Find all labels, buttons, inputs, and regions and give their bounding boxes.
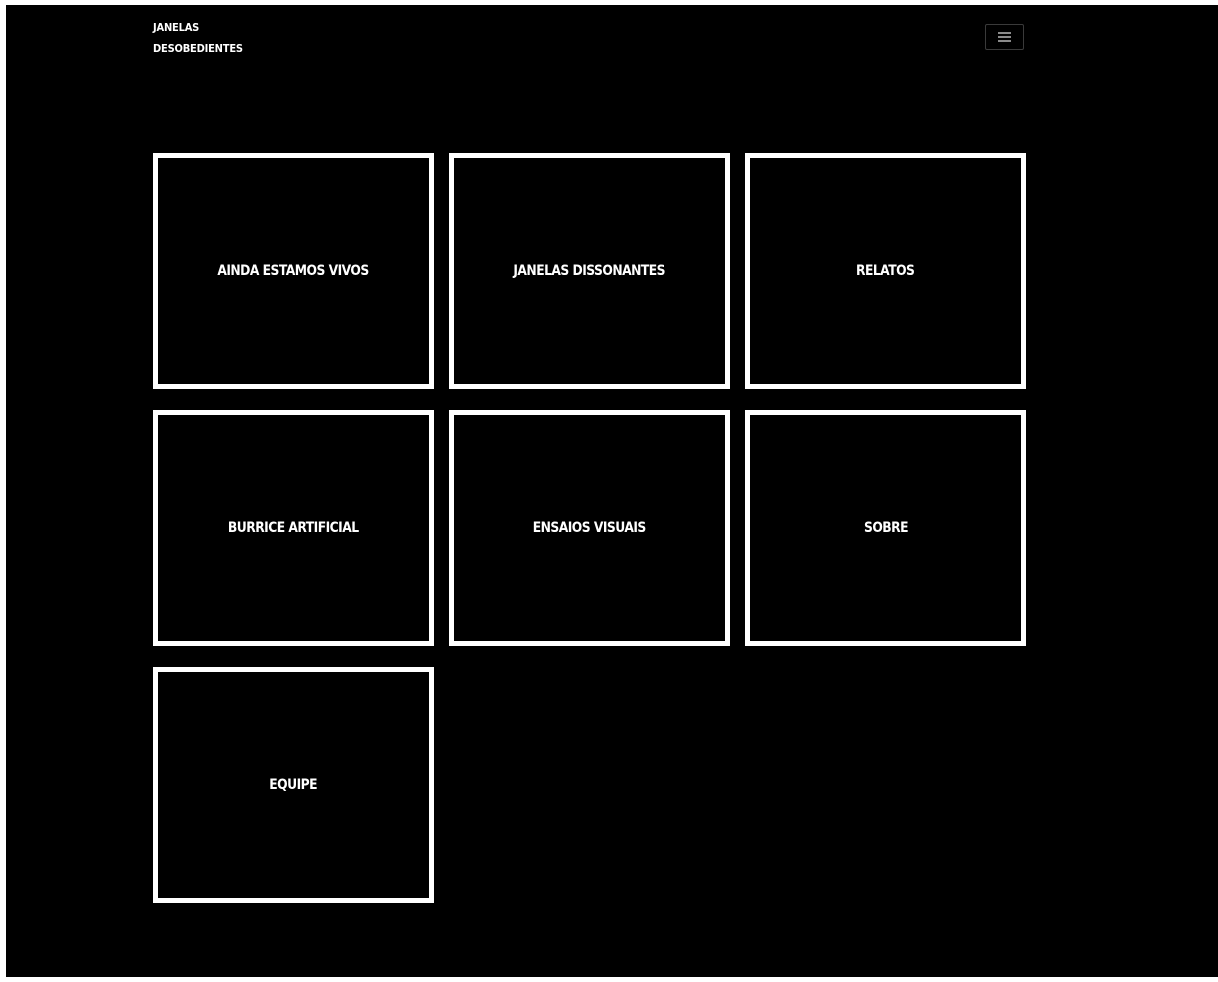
- tile-equipe[interactable]: EQUIPE: [153, 667, 434, 903]
- hamburger-menu-icon: [998, 32, 1011, 42]
- tile-janelas-dissonantes[interactable]: JANELAS DISSONANTES: [449, 153, 730, 389]
- tile-label: ENSAIOS VISUAIS: [532, 520, 647, 536]
- brand-line-2: DESOBEDIENTES: [153, 42, 243, 55]
- site-logo-link[interactable]: JANELAS DESOBEDIENTES: [153, 17, 243, 59]
- tile-label: AINDA ESTAMOS VIVOS: [217, 263, 370, 279]
- tile-label: BURRICE ARTIFICIAL: [228, 520, 359, 536]
- tile-ainda-estamos-vivos[interactable]: AINDA ESTAMOS VIVOS: [153, 153, 434, 389]
- tile-burrice-artificial[interactable]: BURRICE ARTIFICIAL: [153, 410, 434, 646]
- tile-label: EQUIPE: [269, 777, 318, 793]
- menu-toggle-button[interactable]: [985, 24, 1024, 50]
- tile-relatos[interactable]: RELATOS: [745, 153, 1026, 389]
- tile-label: JANELAS DISSONANTES: [513, 263, 666, 279]
- brand-line-1: JANELAS: [153, 21, 200, 34]
- page: JANELAS DESOBEDIENTES AINDA ESTAMOS VIVO…: [6, 5, 1218, 977]
- tile-label: SOBRE: [863, 520, 909, 536]
- tile-sobre[interactable]: SOBRE: [745, 410, 1026, 646]
- tile-label: RELATOS: [856, 263, 915, 279]
- tile-ensaios-visuais[interactable]: ENSAIOS VISUAIS: [449, 410, 730, 646]
